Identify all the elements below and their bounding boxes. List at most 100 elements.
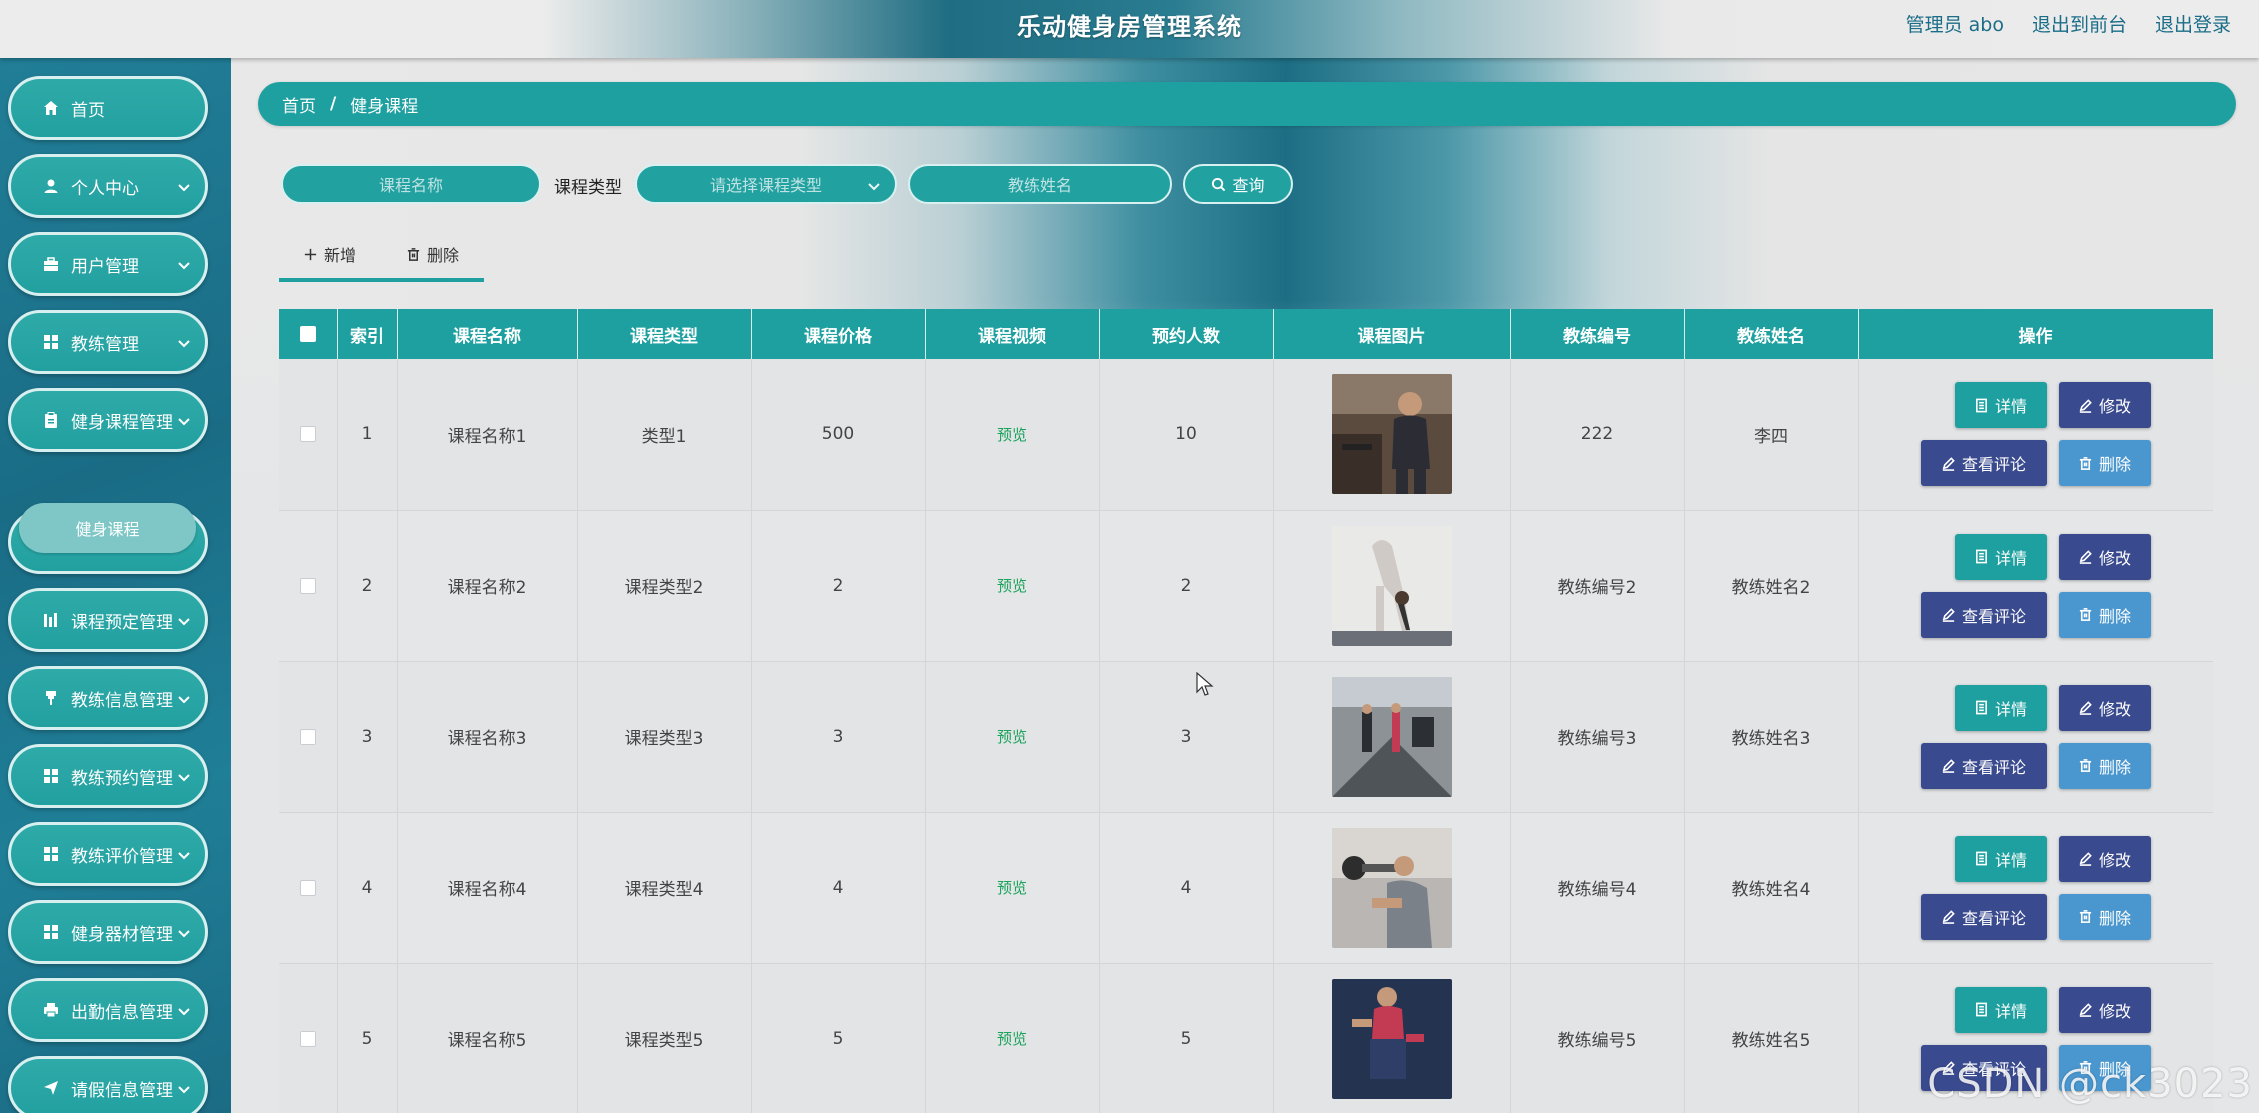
dumbbell-photo[interactable] [1331, 827, 1452, 948]
edit-button[interactable]: 修改 [2058, 986, 2151, 1033]
detail-button[interactable]: 详情 [1954, 986, 2047, 1033]
coach-name-input[interactable]: 教练姓名 [908, 164, 1172, 204]
cell-booking-count: 2 [1099, 510, 1274, 662]
view-reviews-button-label: 查看评论 [1961, 455, 2026, 475]
user-icon [43, 178, 59, 194]
admin-user-link[interactable]: 管理员 abo [1906, 10, 2004, 37]
view-reviews-button[interactable]: 查看评论 [1920, 591, 2047, 638]
row-checkbox[interactable] [299, 1030, 316, 1047]
course-type-select[interactable]: 请选择课程类型 [635, 164, 897, 204]
view-reviews-button[interactable]: 查看评论 [1920, 893, 2047, 940]
sidebar-item-6[interactable]: 课程预定管理 [8, 588, 208, 652]
gym-photo[interactable] [1331, 374, 1452, 495]
delete-button[interactable]: 删除 [2058, 893, 2151, 940]
treadmill-photo[interactable] [1331, 676, 1452, 797]
select-all-cell[interactable] [279, 309, 338, 359]
row-select-cell[interactable] [279, 963, 338, 1113]
row-operations: 详情 修改 查看评论 删除 [1859, 533, 2213, 638]
sidebar-item-11[interactable]: 出勤信息管理 [8, 978, 208, 1042]
cell-course-name: 课程名称1 [397, 359, 578, 511]
video-preview-link[interactable]: 预览 [997, 577, 1027, 595]
clipboard-icon [43, 412, 59, 428]
pencil-icon [2078, 398, 2093, 413]
pencil-icon [1941, 909, 1956, 924]
edit-button[interactable]: 修改 [2058, 835, 2151, 882]
view-reviews-button[interactable]: 查看评论 [1920, 742, 2047, 789]
cell-booking-count: 5 [1099, 963, 1274, 1113]
sidebar-item-9[interactable]: 教练评价管理 [8, 822, 208, 886]
sidebar-item-12[interactable]: 请假信息管理 [8, 1056, 208, 1113]
sidebar-subitem-active[interactable]: 健身课程 [19, 503, 196, 553]
row-select-cell[interactable] [279, 661, 338, 813]
sidebar-item-10[interactable]: 健身器材管理 [8, 900, 208, 964]
course-name-input[interactable]: 课程名称 [281, 164, 541, 204]
detail-button[interactable]: 详情 [1954, 382, 2047, 429]
sidebar-item-3[interactable]: 教练管理 [8, 310, 208, 374]
batch-delete-button[interactable]: 删除 [406, 242, 459, 266]
chevron-down-icon [177, 1081, 191, 1095]
yoga-photo[interactable] [1331, 525, 1452, 646]
cell-operations: 详情 修改 查看评论 删除 [1858, 510, 2213, 662]
detail-button[interactable]: 详情 [1954, 835, 2047, 882]
query-button[interactable]: 查询 [1183, 164, 1293, 204]
video-preview-link[interactable]: 预览 [997, 1030, 1027, 1048]
logout-link[interactable]: 退出登录 [2155, 10, 2231, 37]
video-preview-link[interactable]: 预览 [997, 426, 1027, 444]
row-select-cell[interactable] [279, 359, 338, 511]
cell-course-video: 预览 [925, 661, 1100, 813]
sidebar-item-label: 教练预约管理 [71, 768, 173, 789]
select-all-checkbox[interactable] [299, 326, 316, 342]
cell-coach-name: 教练姓名3 [1684, 661, 1859, 813]
sidebar-item-2[interactable]: 用户管理 [8, 232, 208, 296]
breadcrumb-home[interactable]: 首页 [282, 92, 316, 117]
header-coach-no: 教练编号 [1510, 309, 1685, 359]
edit-button[interactable]: 修改 [2058, 684, 2151, 731]
sidebar-item-label: 健身器材管理 [71, 924, 173, 945]
cell-course-name: 课程名称4 [397, 812, 578, 964]
cell-booking-count: 3 [1099, 661, 1274, 813]
row-checkbox[interactable] [299, 728, 316, 745]
cell-course-type: 课程类型5 [577, 963, 752, 1113]
pencil-icon [1941, 758, 1956, 773]
pencil-icon [2078, 1002, 2093, 1017]
delete-button[interactable]: 删除 [2058, 591, 2151, 638]
row-select-cell[interactable] [279, 510, 338, 662]
sidebar-item-4[interactable]: 健身课程管理 [8, 388, 208, 452]
pencil-icon [1941, 607, 1956, 622]
view-reviews-button-label: 查看评论 [1961, 1059, 2026, 1079]
edit-button[interactable]: 修改 [2058, 382, 2151, 429]
row-checkbox[interactable] [299, 577, 316, 594]
cell-index: 3 [337, 661, 398, 813]
add-button[interactable]: 新增 [303, 242, 356, 266]
fitness-photo[interactable] [1331, 978, 1452, 1099]
sidebar-item-1[interactable]: 个人中心 [8, 154, 208, 218]
sidebar-item-label: 出勤信息管理 [71, 1002, 173, 1023]
cell-course-video: 预览 [925, 359, 1100, 511]
sidebar-item-8[interactable]: 教练预约管理 [8, 744, 208, 808]
sidebar-item-0[interactable]: 首页 [8, 76, 208, 140]
header-booking-count: 预约人数 [1099, 309, 1274, 359]
delete-button[interactable]: 删除 [2058, 1044, 2151, 1091]
delete-button[interactable]: 删除 [2058, 742, 2151, 789]
row-checkbox[interactable] [299, 426, 316, 443]
cell-coach-no: 222 [1510, 359, 1685, 511]
edit-button[interactable]: 修改 [2058, 533, 2151, 580]
sidebar-item-7[interactable]: 教练信息管理 [8, 666, 208, 730]
cell-course-type: 类型1 [577, 359, 752, 511]
video-preview-link[interactable]: 预览 [997, 728, 1027, 746]
chevron-down-icon [177, 769, 191, 783]
delete-button[interactable]: 删除 [2058, 440, 2151, 487]
row-select-cell[interactable] [279, 812, 338, 964]
sidebar-item-label: 用户管理 [71, 256, 139, 277]
document-icon [1974, 1002, 1989, 1017]
detail-button[interactable]: 详情 [1954, 684, 2047, 731]
row-operations: 详情 修改 查看评论 删除 [1859, 684, 2213, 789]
cell-course-type: 课程类型2 [577, 510, 752, 662]
delete-button-label: 删除 [2098, 908, 2131, 928]
view-reviews-button[interactable]: 查看评论 [1920, 1044, 2047, 1091]
video-preview-link[interactable]: 预览 [997, 879, 1027, 897]
row-checkbox[interactable] [299, 879, 316, 896]
detail-button[interactable]: 详情 [1954, 533, 2047, 580]
view-reviews-button[interactable]: 查看评论 [1920, 440, 2047, 487]
back-to-frontend-link[interactable]: 退出到前台 [2032, 10, 2127, 37]
